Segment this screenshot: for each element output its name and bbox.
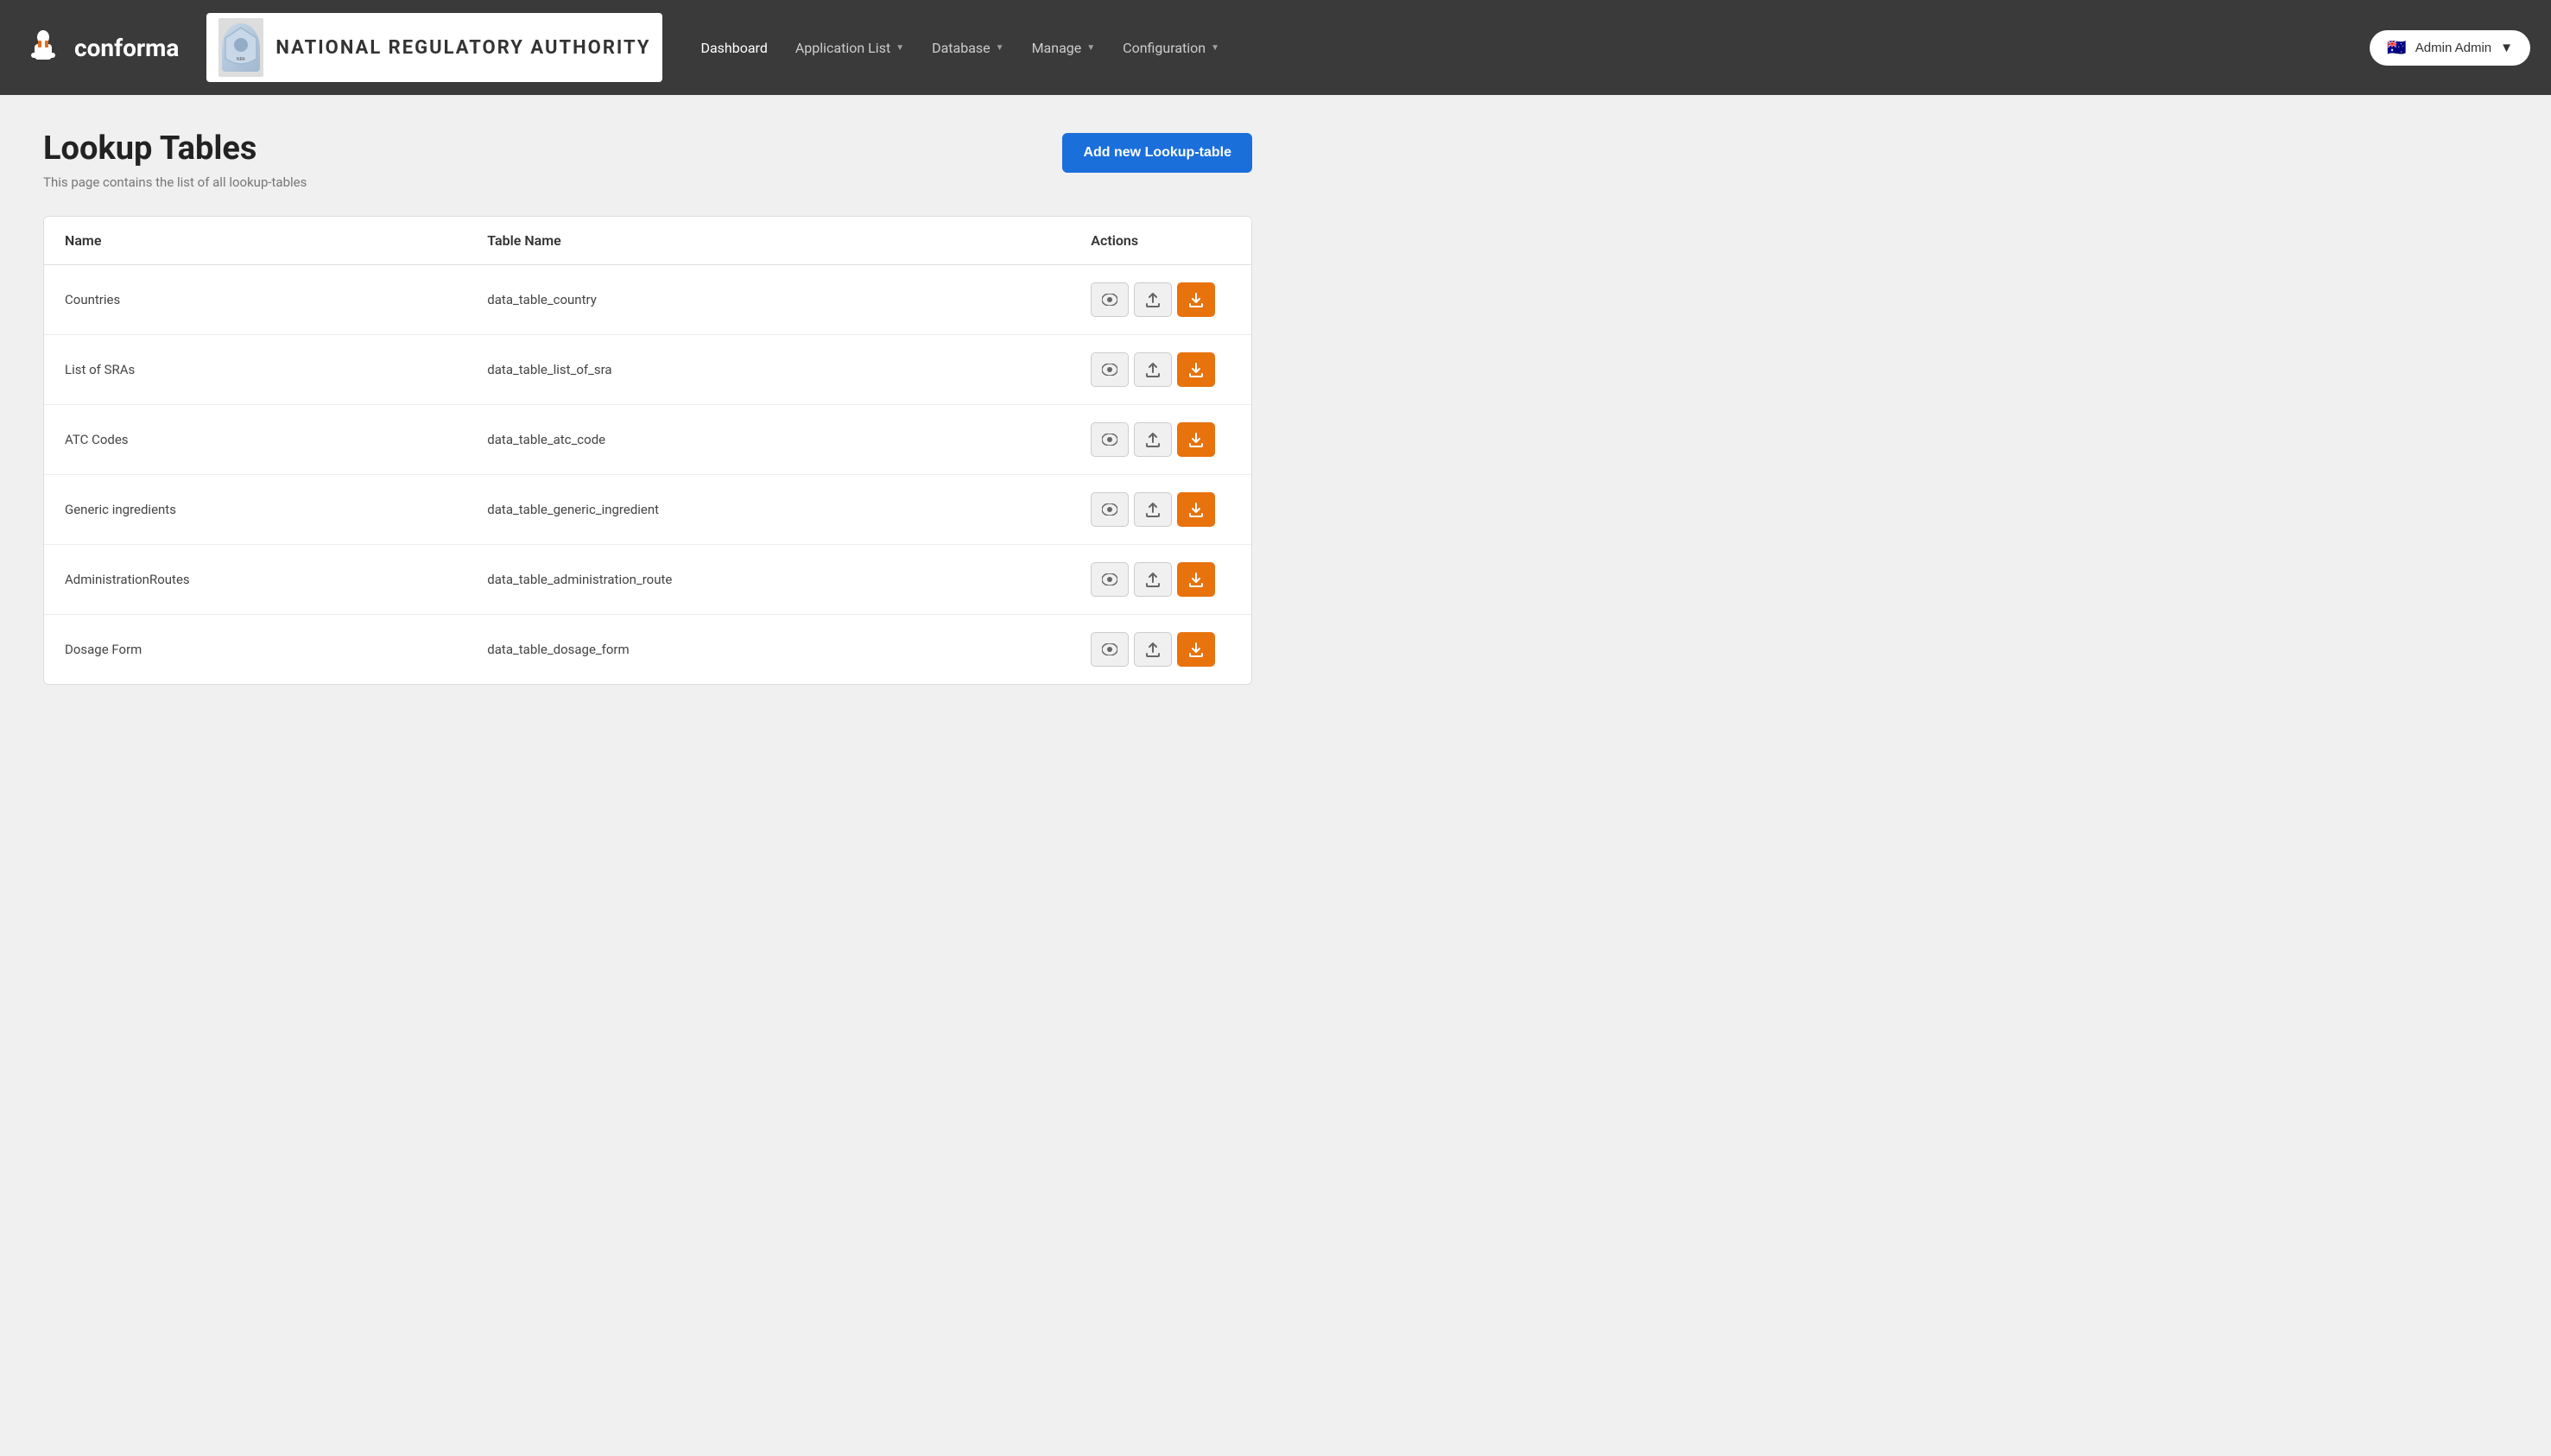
navbar: conforma NRA NATIONAL REGULATORY AUTHORI…	[0, 0, 2551, 95]
download-icon	[1189, 572, 1203, 587]
nav-configuration[interactable]: Configuration ▼	[1111, 33, 1231, 63]
org-logo: NRA	[218, 18, 263, 77]
nav-dashboard[interactable]: Dashboard	[688, 33, 779, 63]
page-header: Lookup Tables This page contains the lis…	[43, 130, 1252, 190]
org-logo-inner: NRA	[222, 23, 260, 72]
cell-name-5: Dosage Form	[44, 615, 466, 685]
nav-application-list-arrow: ▼	[896, 43, 904, 53]
download-icon	[1189, 432, 1203, 447]
upload-icon	[1146, 292, 1160, 307]
upload-button-0[interactable]	[1134, 282, 1172, 317]
eye-icon	[1102, 503, 1117, 516]
nav-links: Dashboard Application List ▼ Database ▼ …	[688, 33, 2352, 63]
table-row: ATC Codes data_table_atc_code	[44, 405, 1251, 475]
download-button-4[interactable]	[1177, 562, 1215, 597]
download-button-2[interactable]	[1177, 422, 1215, 457]
cell-actions-2	[1070, 405, 1251, 475]
table-body: Countries data_table_country	[44, 265, 1251, 685]
nav-database[interactable]: Database ▼	[920, 33, 1016, 63]
view-button-5[interactable]	[1091, 632, 1129, 667]
user-menu-button[interactable]: 🇦🇺 Admin Admin ▼	[2370, 30, 2530, 66]
main-content: Lookup Tables This page contains the lis…	[0, 95, 1295, 719]
brand-name: conforma	[74, 34, 179, 62]
eye-icon	[1102, 643, 1117, 655]
nav-manage[interactable]: Manage ▼	[1020, 33, 1108, 63]
upload-button-3[interactable]	[1134, 492, 1172, 527]
upload-button-5[interactable]	[1134, 632, 1172, 667]
lookup-tables-container: Name Table Name Actions Countries data_t…	[43, 216, 1252, 685]
upload-button-4[interactable]	[1134, 562, 1172, 597]
view-button-2[interactable]	[1091, 422, 1129, 457]
eye-icon	[1102, 294, 1117, 306]
page-title-block: Lookup Tables This page contains the lis…	[43, 130, 307, 190]
user-name: Admin Admin	[2415, 41, 2491, 55]
download-button-0[interactable]	[1177, 282, 1215, 317]
table-row: AdministrationRoutes data_table_administ…	[44, 545, 1251, 615]
cell-tablename-3: data_table_generic_ingredient	[466, 475, 1070, 545]
table-row: Countries data_table_country	[44, 265, 1251, 335]
upload-button-2[interactable]	[1134, 422, 1172, 457]
nav-manage-arrow: ▼	[1086, 43, 1095, 53]
table-row: Generic ingredients data_table_generic_i…	[44, 475, 1251, 545]
upload-icon	[1146, 362, 1160, 377]
navbar-right: 🇦🇺 Admin Admin ▼	[2370, 30, 2530, 66]
lookup-tables-table: Name Table Name Actions Countries data_t…	[44, 217, 1251, 684]
cell-actions-0	[1070, 265, 1251, 335]
eye-icon	[1102, 364, 1117, 376]
col-header-name: Name	[44, 217, 466, 265]
cell-actions-5	[1070, 615, 1251, 685]
download-icon	[1189, 292, 1203, 307]
col-header-tablename: Table Name	[466, 217, 1070, 265]
cell-tablename-2: data_table_atc_code	[466, 405, 1070, 475]
cell-name-0: Countries	[44, 265, 466, 335]
download-icon	[1189, 502, 1203, 517]
table-header-row: Name Table Name Actions	[44, 217, 1251, 265]
nav-application-list[interactable]: Application List ▼	[783, 33, 916, 63]
brand-logo-link[interactable]: conforma	[21, 25, 179, 70]
upload-button-1[interactable]	[1134, 352, 1172, 387]
cell-actions-4	[1070, 545, 1251, 615]
view-button-0[interactable]	[1091, 282, 1129, 317]
cell-name-3: Generic ingredients	[44, 475, 466, 545]
eye-icon	[1102, 434, 1117, 446]
cell-name-2: ATC Codes	[44, 405, 466, 475]
page-title: Lookup Tables	[43, 130, 307, 168]
eye-icon	[1102, 573, 1117, 586]
upload-icon	[1146, 642, 1160, 657]
cell-actions-3	[1070, 475, 1251, 545]
download-button-1[interactable]	[1177, 352, 1215, 387]
download-button-3[interactable]	[1177, 492, 1215, 527]
view-button-4[interactable]	[1091, 562, 1129, 597]
cell-tablename-4: data_table_administration_route	[466, 545, 1070, 615]
cell-tablename-1: data_table_list_of_sra	[466, 335, 1070, 405]
upload-icon	[1146, 432, 1160, 447]
svg-text:NRA: NRA	[237, 57, 246, 62]
brand-logo-icon	[21, 25, 66, 70]
table-row: List of SRAs data_table_list_of_sra	[44, 335, 1251, 405]
cell-tablename-5: data_table_dosage_form	[466, 615, 1070, 685]
upload-icon	[1146, 502, 1160, 517]
cell-name-4: AdministrationRoutes	[44, 545, 466, 615]
cell-name-1: List of SRAs	[44, 335, 466, 405]
user-flag: 🇦🇺	[2387, 39, 2406, 57]
upload-icon	[1146, 572, 1160, 587]
nav-database-arrow: ▼	[996, 43, 1004, 53]
download-icon	[1189, 642, 1203, 657]
org-name: NATIONAL REGULATORY AUTHORITY	[275, 37, 650, 59]
table-row: Dosage Form data_table_dosage_form	[44, 615, 1251, 685]
download-icon	[1189, 362, 1203, 377]
add-lookup-table-button[interactable]: Add new Lookup-table	[1062, 133, 1252, 173]
table-header: Name Table Name Actions	[44, 217, 1251, 265]
col-header-actions: Actions	[1070, 217, 1251, 265]
view-button-1[interactable]	[1091, 352, 1129, 387]
download-button-5[interactable]	[1177, 632, 1215, 667]
user-menu-arrow: ▼	[2500, 41, 2513, 55]
view-button-3[interactable]	[1091, 492, 1129, 527]
nav-configuration-arrow: ▼	[1211, 43, 1219, 53]
cell-actions-1	[1070, 335, 1251, 405]
org-block: NRA NATIONAL REGULATORY AUTHORITY	[206, 13, 662, 82]
cell-tablename-0: data_table_country	[466, 265, 1070, 335]
page-subtitle: This page contains the list of all looku…	[43, 174, 307, 190]
